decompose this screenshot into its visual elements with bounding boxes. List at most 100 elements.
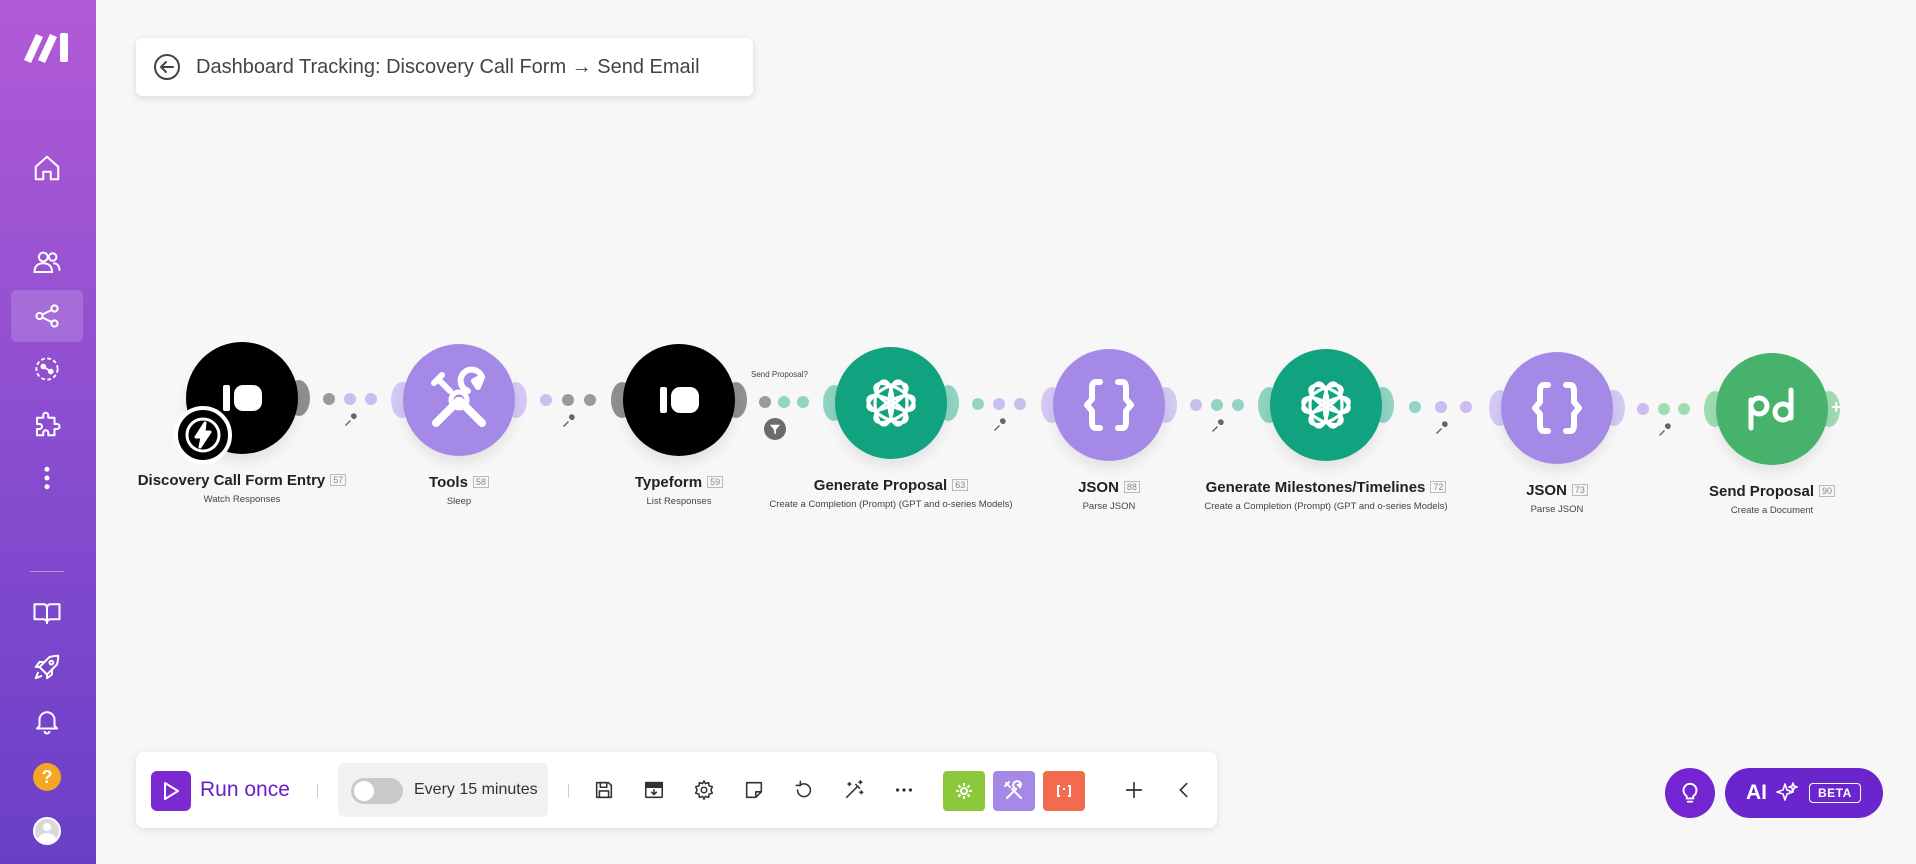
connection-dot <box>797 395 810 408</box>
avatar <box>33 817 61 845</box>
more-options-button[interactable] <box>890 776 918 804</box>
more-vertical-icon <box>44 466 50 490</box>
connection-dot <box>758 395 771 408</box>
module-id-badge: 73 <box>1571 484 1588 496</box>
import-blueprint-icon <box>644 781 664 799</box>
add-module-button[interactable] <box>1120 776 1148 804</box>
module-6[interactable] <box>1270 349 1382 461</box>
typeform-icon <box>644 365 714 435</box>
add-next-module-icon[interactable]: + <box>1831 397 1842 418</box>
connection-dot <box>1434 400 1447 413</box>
note-icon <box>745 781 763 799</box>
beta-badge: BETA <box>1809 783 1861 803</box>
gear-icon <box>694 780 714 800</box>
module-8[interactable] <box>1716 353 1828 465</box>
connection-dot <box>1408 400 1421 413</box>
module-4[interactable] <box>835 347 947 459</box>
schedule-toggle[interactable] <box>351 778 403 804</box>
sidebar-item-scenarios[interactable] <box>11 290 83 342</box>
sidebar-item-notifications[interactable] <box>11 695 83 747</box>
lightbulb-icon <box>1682 782 1698 803</box>
schedule-control[interactable]: Every 15 minutes <box>338 763 548 817</box>
add-text-parser-button[interactable] <box>1043 771 1085 811</box>
wrench-icon[interactable] <box>343 413 357 427</box>
toolbar-separator <box>568 784 569 798</box>
add-tools-button[interactable] <box>993 771 1035 811</box>
connection-dot <box>562 394 574 406</box>
module-name-text: Tools <box>429 474 468 491</box>
module-name[interactable]: Send Proposal 90 <box>1642 483 1902 500</box>
undo-button[interactable] <box>790 776 818 804</box>
wrench-icon[interactable] <box>1210 419 1224 433</box>
sidebar-item-templates[interactable] <box>11 398 83 450</box>
toolbar-separator <box>317 784 318 798</box>
run-once-label[interactable]: Run once <box>200 778 290 802</box>
connections-icon <box>35 357 59 381</box>
wrench-icon[interactable] <box>1434 420 1448 435</box>
sidebar-item-more[interactable] <box>11 452 83 504</box>
rocket-icon <box>34 654 60 680</box>
connection-dot <box>1460 400 1473 413</box>
notes-button[interactable] <box>740 776 768 804</box>
json-icon <box>1074 370 1144 440</box>
connection-dot <box>1189 399 1202 411</box>
connection-dot <box>343 393 356 405</box>
sidebar-item-home[interactable] <box>11 142 83 194</box>
scenario-title-card: Dashboard Tracking: Discovery Call Form … <box>136 38 753 96</box>
back-arrow-icon[interactable] <box>152 52 182 82</box>
sidebar-item-team[interactable] <box>11 236 83 288</box>
connection-dot <box>1014 398 1027 410</box>
module-name-text: Typeform <box>634 474 703 491</box>
module-7[interactable] <box>1501 352 1613 464</box>
connection-dot <box>1637 402 1650 415</box>
wrench-icon[interactable] <box>1657 422 1671 437</box>
magic-wand-icon <box>845 780 864 799</box>
tools-icon <box>424 365 494 435</box>
share-icon <box>35 304 59 328</box>
pandadoc-icon <box>1737 374 1807 444</box>
instant-trigger-icon <box>174 406 232 464</box>
settings-button[interactable] <box>690 776 718 804</box>
sidebar: ? <box>0 0 96 864</box>
sidebar-divider <box>30 571 64 572</box>
make-logo-icon[interactable] <box>22 28 72 64</box>
connection-dot <box>971 398 984 410</box>
connection-dot <box>540 394 552 406</box>
chevron-left-icon <box>1179 782 1188 798</box>
plus-icon <box>1125 781 1143 799</box>
ai-assistant-button[interactable]: AI BETA <box>1725 768 1883 818</box>
play-icon <box>164 782 179 800</box>
puzzle-icon <box>36 411 61 437</box>
wrench-icon[interactable] <box>561 414 575 428</box>
module-2[interactable] <box>403 344 515 456</box>
filter-icon[interactable] <box>764 417 786 440</box>
scenario-title[interactable]: Dashboard Tracking: Discovery Call Form … <box>196 56 700 79</box>
blueprint-button[interactable] <box>640 776 668 804</box>
connection-dot <box>584 394 596 406</box>
schedule-label[interactable]: Every 15 minutes <box>414 781 538 799</box>
save-button[interactable] <box>590 776 618 804</box>
bottom-toolbar: Run once Every 15 minutes <box>136 752 1217 828</box>
module-name-text: JSON <box>1078 479 1119 496</box>
ai-label: AI <box>1746 781 1767 804</box>
text-parser-icon <box>1057 785 1071 797</box>
sidebar-item-help[interactable]: ? <box>11 751 83 803</box>
module-5[interactable] <box>1053 349 1165 461</box>
collapse-toolbar-button[interactable] <box>1170 776 1198 804</box>
sidebar-item-profile[interactable] <box>11 805 83 857</box>
sidebar-item-launch[interactable] <box>11 641 83 693</box>
help-icon: ? <box>33 763 61 791</box>
module-name-text: Generate Proposal <box>813 477 948 494</box>
auto-align-button[interactable] <box>840 776 868 804</box>
filter-label[interactable]: Send Proposal? <box>751 370 808 379</box>
wrench-icon[interactable] <box>992 418 1006 432</box>
module-action: Create a Document <box>1730 505 1814 516</box>
module-name[interactable]: Generate Milestones/Timelines 72 <box>1196 479 1456 496</box>
tips-button[interactable] <box>1665 768 1715 818</box>
sidebar-item-connections[interactable] <box>11 343 83 395</box>
sidebar-item-docs[interactable] <box>11 587 83 639</box>
bell-icon <box>36 711 58 735</box>
module-3[interactable] <box>623 344 735 456</box>
add-flow-control-button[interactable] <box>943 771 985 811</box>
run-once-button[interactable] <box>151 771 191 811</box>
